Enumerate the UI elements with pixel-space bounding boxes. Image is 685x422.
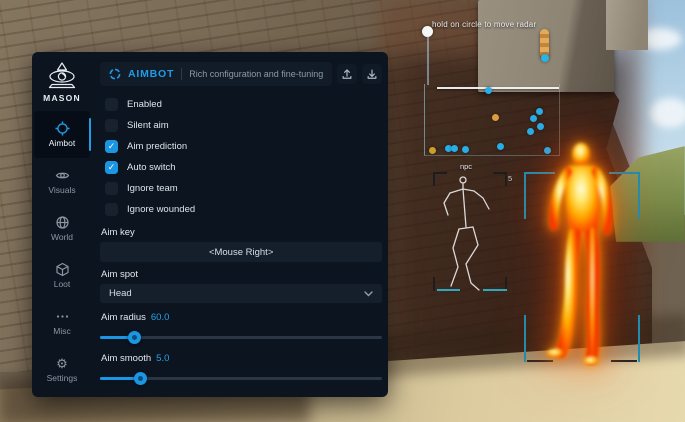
aim-radius-label: Aim radius60.0: [100, 312, 382, 323]
toggle-label: Aim prediction: [127, 141, 187, 152]
concrete-block: [606, 0, 648, 50]
toggle-label: Ignore team: [127, 183, 178, 194]
aim-smooth-label: Aim smooth5.0: [100, 353, 382, 364]
target-icon: [109, 68, 121, 80]
aim-smooth-slider[interactable]: [100, 372, 382, 385]
toggle-silent-aim[interactable]: ✓ Silent aim: [100, 115, 382, 136]
toggle-label: Auto switch: [127, 162, 176, 173]
aim-smooth-value: 5.0: [156, 353, 169, 364]
sidebar-item-world[interactable]: World: [34, 205, 90, 252]
upload-icon: [341, 68, 353, 80]
radar-hint-text: hold on circle to move radar: [432, 20, 536, 29]
aim-radius-value: 60.0: [151, 312, 170, 323]
toggle-enabled[interactable]: ✓ Enabled: [100, 94, 382, 115]
aim-spot-value: Head: [109, 288, 364, 299]
game-screen: hold on circle to move radar npc 5: [0, 0, 685, 422]
aim-spot-select[interactable]: Head: [100, 284, 382, 303]
cloud: [650, 98, 685, 128]
radar-dot: [497, 143, 504, 150]
checkbox: ✓: [105, 98, 118, 111]
gear-icon: ⚙: [55, 356, 70, 371]
aim-spot-label: Aim spot: [100, 269, 382, 280]
toggle-auto-switch[interactable]: ✓ Auto switch: [100, 157, 382, 178]
panel-content: AIMBOT Rich configuration and fine-tunin…: [92, 52, 395, 397]
chevron-down-icon: [364, 291, 373, 297]
sidebar-item-settings[interactable]: ⚙ Settings: [34, 346, 90, 393]
export-config-button[interactable]: [362, 64, 382, 84]
radar-dot: [462, 146, 469, 153]
toggle-aim-prediction[interactable]: ✓ Aim prediction: [100, 136, 382, 157]
checkbox: ✓: [105, 140, 118, 153]
sidebar-item-loot[interactable]: Loot: [34, 252, 90, 299]
aim-key-label: Aim key: [100, 227, 382, 238]
radar-dot: [527, 128, 534, 135]
slider-thumb[interactable]: [128, 331, 141, 344]
radar-dot: [492, 114, 499, 121]
cheat-menu-panel: MASON Aimbot Visuals: [32, 52, 388, 397]
download-icon: [366, 68, 378, 80]
slider-track: [100, 336, 382, 339]
npc-esp-label: npc: [429, 162, 503, 171]
checkbox: ✓: [105, 182, 118, 195]
radar-dot: [536, 108, 543, 115]
import-config-button[interactable]: [337, 64, 357, 84]
radar-top-line: [437, 87, 559, 89]
sidebar-item-misc[interactable]: Misc: [34, 299, 90, 346]
ellipsis-icon: [55, 309, 70, 324]
page-subtitle: Rich configuration and fine-tuning: [189, 69, 323, 79]
checkbox: ✓: [105, 203, 118, 216]
sidebar-item-label: Settings: [47, 373, 78, 383]
player-esp-box: [519, 138, 645, 366]
eye-icon: [55, 168, 70, 183]
checkbox: ✓: [105, 161, 118, 174]
panel-header: AIMBOT Rich configuration and fine-tunin…: [100, 62, 382, 86]
sidebar-item-label: Misc: [53, 326, 70, 336]
sidebar-item-label: World: [51, 232, 73, 242]
player-chams: [541, 140, 627, 366]
npc-esp-distance: 5: [508, 174, 512, 183]
page-title: AIMBOT: [128, 68, 174, 80]
mason-logo-icon: [44, 61, 80, 91]
toggle-ignore-team[interactable]: ✓ Ignore team: [100, 178, 382, 199]
radar-dot: [429, 147, 436, 154]
divider: [181, 68, 182, 80]
aim-radius-slider[interactable]: [100, 331, 382, 344]
crosshair-icon: [55, 121, 70, 136]
sidebar-item-aimbot[interactable]: Aimbot: [34, 111, 90, 158]
sidebar-nav: Aimbot Visuals World: [34, 111, 90, 393]
toggle-ignore-wounded[interactable]: ✓ Ignore wounded: [100, 199, 382, 220]
npc-esp-box: npc 5: [429, 163, 509, 293]
radar-dot: [537, 123, 544, 130]
brand-name: MASON: [43, 93, 81, 103]
cube-icon: [55, 262, 70, 277]
sidebar-item-label: Loot: [54, 279, 71, 289]
header-pill: AIMBOT Rich configuration and fine-tunin…: [100, 62, 332, 86]
radar-dot: [485, 87, 492, 94]
toggle-list: ✓ Enabled ✓ Silent aim ✓ Aim prediction …: [100, 94, 382, 220]
toggle-label: Ignore wounded: [127, 204, 195, 215]
toggle-label: Enabled: [127, 99, 162, 110]
radar-stem-line: [427, 37, 429, 85]
skeleton-esp: [433, 172, 507, 291]
checkbox: ✓: [105, 119, 118, 132]
sidebar: MASON Aimbot Visuals: [32, 52, 92, 397]
globe-icon: [55, 215, 70, 230]
sidebar-item-visuals[interactable]: Visuals: [34, 158, 90, 205]
world-marker-dot: [541, 54, 549, 62]
radar-dot: [451, 145, 458, 152]
sidebar-item-label: Aimbot: [49, 138, 75, 148]
sidebar-item-label: Visuals: [48, 185, 75, 195]
radar-drag-handle[interactable]: [422, 26, 433, 37]
slider-thumb[interactable]: [134, 372, 147, 385]
aim-key-button[interactable]: <Mouse Right>: [100, 242, 382, 262]
radar-dot: [530, 115, 537, 122]
toggle-label: Silent aim: [127, 120, 169, 131]
